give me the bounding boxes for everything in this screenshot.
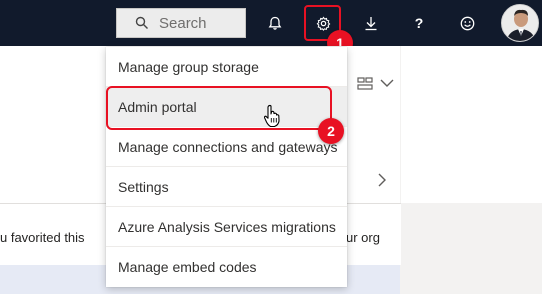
menu-item-manage-group-storage[interactable]: Manage group storage	[106, 47, 347, 87]
smiley-icon	[460, 16, 474, 30]
menu-item-manage-connections-and-gateways[interactable]: Manage connections and gateways	[106, 127, 347, 167]
profile-photo	[502, 5, 538, 41]
menu-item-label: Manage group storage	[118, 59, 259, 75]
chevron-right-icon[interactable]	[377, 173, 387, 187]
menu-item-settings[interactable]: Settings	[106, 167, 347, 207]
menu-item-manage-embed-codes[interactable]: Manage embed codes	[106, 247, 347, 287]
step-2-badge: 2	[318, 118, 344, 144]
menu-item-azure-analysis-services-migrations[interactable]: Azure Analysis Services migrations	[106, 207, 347, 247]
menu-item-label: Azure Analysis Services migrations	[118, 219, 336, 235]
download-icon	[365, 16, 377, 30]
feedback-button[interactable]	[456, 12, 478, 34]
avatar[interactable]	[501, 4, 539, 42]
menu-item-label: Settings	[118, 179, 169, 195]
hand-cursor-icon	[263, 104, 280, 128]
org-text: ur org	[346, 230, 380, 245]
top-navigation-bar: Search ?	[0, 0, 542, 46]
help-icon: ?	[414, 15, 424, 31]
help-button[interactable]: ?	[408, 12, 430, 34]
notifications-button[interactable]	[264, 12, 286, 34]
menu-item-label: Manage connections and gateways	[118, 139, 338, 155]
admin-portal-highlight	[106, 86, 332, 130]
layout-icon[interactable]	[357, 77, 373, 91]
right-panel	[401, 46, 542, 203]
search-box[interactable]: Search	[116, 8, 246, 38]
search-icon	[135, 16, 148, 29]
settings-dropdown-menu: Manage group storage Admin portal Manage…	[106, 47, 347, 287]
favorited-text: u favorited this	[0, 230, 85, 245]
bell-icon	[268, 16, 282, 30]
menu-item-label: Manage embed codes	[118, 259, 257, 275]
column-gap	[401, 203, 415, 294]
search-placeholder: Search	[159, 15, 207, 32]
download-button[interactable]	[360, 12, 382, 34]
chevron-down-icon[interactable]	[380, 78, 394, 88]
